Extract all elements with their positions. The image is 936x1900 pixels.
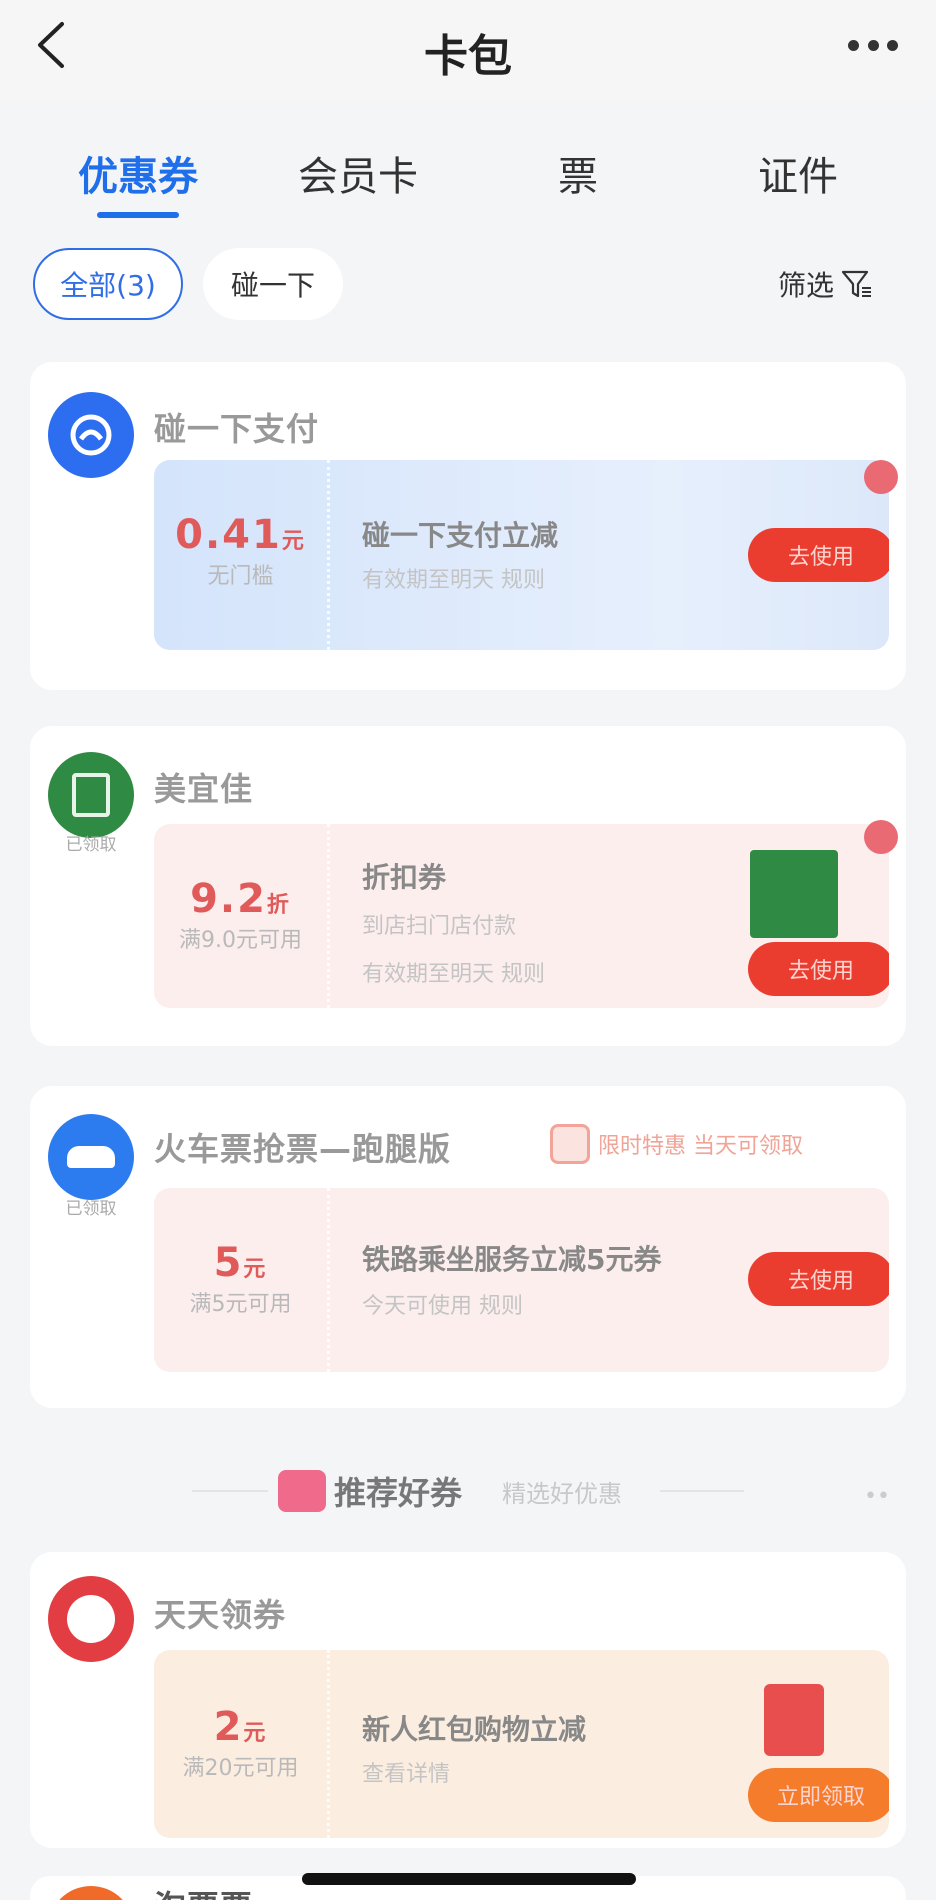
merchant-logo-icon <box>48 1886 134 1900</box>
merchant-name: 淘票票 <box>154 1882 253 1900</box>
product-thumbnail <box>750 850 838 938</box>
coupon-ticket[interactable]: 5元 满5元可用 铁路乘坐服务立减5元券 今天可使用 规则 去使用 <box>154 1188 889 1372</box>
close-badge-icon[interactable] <box>864 820 898 854</box>
tab-ids[interactable]: 证件 <box>688 130 908 220</box>
merchant-logo-icon <box>48 392 134 478</box>
filter-chip-all[interactable]: 全部(3) <box>33 248 183 320</box>
page-title: 卡包 <box>424 31 512 82</box>
coupon-card[interactable]: 已领取 火车票抢票—跑腿版 限时特惠 当天可领取 5元 满5元可用 铁路乘坐服务… <box>30 1086 906 1408</box>
close-badge-icon[interactable] <box>864 460 898 494</box>
home-indicator <box>302 1873 636 1885</box>
coupon-amount: 2元 <box>213 1704 268 1750</box>
promo-icon <box>550 1124 590 1164</box>
coupon-ticket[interactable]: 0.41元 无门槛 碰一下支付立减 有效期至明天 规则 去使用 <box>154 460 889 650</box>
filter-button[interactable]: 筛选 <box>778 264 874 304</box>
tab-tickets[interactable]: 票 <box>468 130 688 220</box>
logo-caption: 已领取 <box>65 1199 117 1219</box>
coupon-card[interactable]: 碰一下支付 0.41元 无门槛 碰一下支付立减 有效期至明天 规则 去使用 <box>30 362 906 690</box>
coupon-amount: 0.41元 <box>175 512 306 558</box>
coupon-title: 新人红包购物立减 <box>362 1713 587 1746</box>
merchant-name: 碰一下支付 <box>154 410 320 448</box>
merchant-logo-icon <box>48 1576 134 1662</box>
recommend-divider: 推荐好券 精选好优惠 •• <box>0 1460 936 1520</box>
coupon-amount: 5元 <box>213 1240 268 1286</box>
more-dots-icon[interactable]: •• <box>864 1484 890 1509</box>
promo-text: 限时特惠 当天可领取 <box>598 1134 803 1159</box>
promo-banner[interactable]: 限时特惠 当天可领取 <box>550 1124 803 1164</box>
coupon-amount: 9.2折 <box>190 876 291 922</box>
use-coupon-button[interactable]: 去使用 <box>748 528 889 582</box>
recommend-badge-icon <box>278 1470 326 1512</box>
merchant-name: 火车票抢票—跑腿版 <box>154 1130 452 1168</box>
logo-caption: 已领取 <box>65 835 117 855</box>
merchant-name: 美宜佳 <box>154 770 254 808</box>
coupon-title: 碰一下支付立减 <box>362 519 559 552</box>
coupon-title: 铁路乘坐服务立减5元券 <box>362 1243 662 1276</box>
coupon-subtitle: 到店扫门店付款 <box>362 914 517 939</box>
coupon-subtitle: 查看详情 <box>362 1762 451 1787</box>
recommend-title: 推荐好券 <box>334 1474 463 1512</box>
coupon-subtitle: 今天可使用 规则 <box>362 1294 523 1319</box>
coupon-condition: 满9.0元可用 <box>179 928 302 953</box>
navbar: 卡包 <box>0 0 936 100</box>
coupon-ticket[interactable]: 2元 满20元可用 新人红包购物立减 查看详情 立即领取 <box>154 1650 889 1838</box>
filter-row: 全部(3) 碰一下 筛选 <box>0 248 936 322</box>
tab-membership-cards[interactable]: 会员卡 <box>248 130 468 220</box>
coupon-subtitle: 有效期至明天 规则 <box>362 568 545 593</box>
claim-coupon-button[interactable]: 立即领取 <box>748 1768 889 1822</box>
merchant-logo-icon <box>48 752 134 838</box>
coupon-condition: 满20元可用 <box>182 1756 299 1781</box>
tab-bar: 优惠券 会员卡 票 证件 <box>0 130 936 220</box>
product-thumbnail <box>764 1684 824 1756</box>
coupon-card[interactable]: 已领取 美宜佳 9.2折 满9.0元可用 折扣券 到店扫门店付款 有效期至明天 … <box>30 726 906 1046</box>
coupon-condition: 无门槛 <box>207 564 274 589</box>
filter-label: 筛选 <box>777 269 834 302</box>
coupon-ticket[interactable]: 9.2折 满9.0元可用 折扣券 到店扫门店付款 有效期至明天 规则 去使用 <box>154 824 889 1008</box>
tab-coupons[interactable]: 优惠券 <box>28 130 248 220</box>
use-coupon-button[interactable]: 去使用 <box>748 1252 889 1306</box>
filter-chip-bump[interactable]: 碰一下 <box>203 248 343 320</box>
coupon-title: 折扣券 <box>362 861 447 894</box>
coupon-card[interactable]: 天天领券 2元 满20元可用 新人红包购物立减 查看详情 立即领取 <box>30 1552 906 1848</box>
merchant-logo-icon <box>48 1114 134 1200</box>
recommend-subtitle: 精选好优惠 <box>502 1480 622 1508</box>
coupon-validity: 有效期至明天 规则 <box>362 962 545 987</box>
funnel-icon <box>841 270 871 298</box>
coupon-condition: 满5元可用 <box>189 1292 292 1317</box>
more-icon[interactable] <box>848 30 898 60</box>
use-coupon-button[interactable]: 去使用 <box>748 942 889 996</box>
merchant-name: 天天领券 <box>154 1596 287 1634</box>
